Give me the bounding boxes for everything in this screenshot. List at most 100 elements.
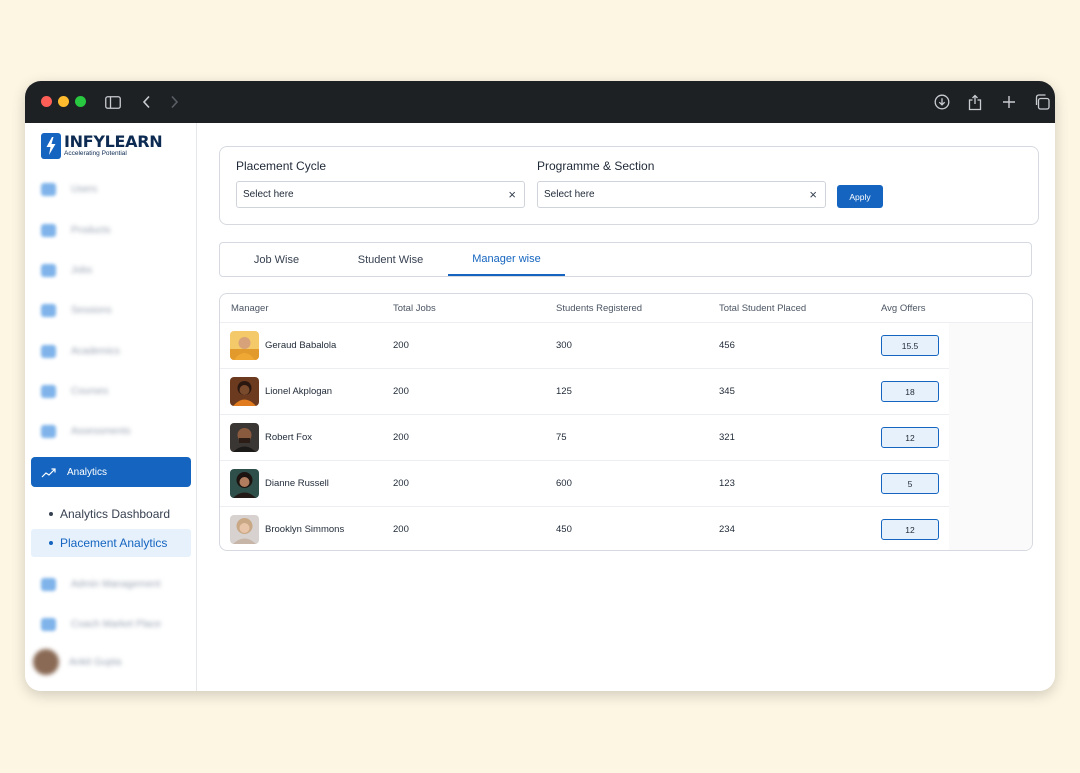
placement-cycle-value: Select here bbox=[243, 189, 294, 200]
table-row[interactable]: Geraud Babalola 200 300 456 15.5 bbox=[220, 323, 949, 369]
sidebar-item-label: Products bbox=[71, 224, 111, 236]
subnav-placement-analytics[interactable]: Placement Analytics bbox=[31, 529, 191, 557]
sidebar-item-academics[interactable]: Academics bbox=[31, 336, 191, 366]
back-arrow-icon[interactable] bbox=[137, 92, 157, 112]
students-registered-cell: 300 bbox=[556, 340, 572, 351]
manager-name: Brooklyn Simmons bbox=[265, 524, 345, 535]
avg-offers-badge: 12 bbox=[881, 519, 939, 540]
table-row[interactable]: Dianne Russell 200 600 123 5 bbox=[220, 461, 949, 507]
assessments-icon bbox=[41, 424, 56, 438]
subnav-label: Analytics Dashboard bbox=[60, 507, 171, 521]
sidebar-item-assessments[interactable]: Assessments bbox=[31, 416, 191, 446]
total-placed-cell: 321 bbox=[719, 432, 735, 443]
sidebar-item-sessions[interactable]: Sessions bbox=[31, 295, 191, 325]
analytics-icon bbox=[41, 466, 57, 478]
total-placed-cell: 456 bbox=[719, 340, 735, 351]
academics-icon bbox=[41, 344, 56, 358]
sidebar-item-label: Academics bbox=[71, 345, 120, 357]
column-header-manager[interactable]: Manager bbox=[231, 303, 269, 314]
share-icon[interactable] bbox=[965, 92, 985, 112]
column-header-total-student-placed[interactable]: Total Student Placed bbox=[719, 303, 806, 314]
main-content: Placement Cycle Select here × Programme … bbox=[197, 123, 1055, 691]
table-row[interactable]: Robert Fox 200 75 321 12 bbox=[220, 415, 949, 461]
table-row[interactable]: Lionel Akplogan 200 125 345 18 bbox=[220, 369, 949, 415]
students-registered-cell: 600 bbox=[556, 478, 572, 489]
sessions-icon bbox=[41, 303, 56, 317]
sidebar-item-label: Users bbox=[71, 183, 98, 195]
apply-button[interactable]: Apply bbox=[837, 185, 883, 208]
column-header-avg-offers[interactable]: Avg Offers bbox=[881, 303, 926, 314]
avatar bbox=[33, 649, 59, 675]
sidebar-toggle-icon[interactable] bbox=[103, 92, 123, 112]
download-icon[interactable] bbox=[932, 92, 952, 112]
coach-icon bbox=[41, 617, 56, 631]
admin-icon bbox=[41, 577, 56, 591]
table-right-spacer bbox=[949, 323, 1032, 550]
programme-section-label: Programme & Section bbox=[537, 159, 655, 173]
close-window-button[interactable] bbox=[41, 96, 52, 107]
sidebar-item-label: Sessions bbox=[71, 304, 112, 316]
browser-window: INFYLEARN Accelerating Potential Users P… bbox=[25, 81, 1055, 691]
avatar bbox=[230, 423, 259, 452]
jobs-icon bbox=[41, 263, 56, 277]
new-tab-plus-icon[interactable] bbox=[999, 92, 1019, 112]
students-registered-cell: 450 bbox=[556, 524, 572, 535]
programme-section-select[interactable]: Select here × bbox=[537, 181, 826, 208]
avatar bbox=[230, 469, 259, 498]
tab-manager-wise[interactable]: Manager wise bbox=[448, 243, 565, 276]
manager-table: Manager Total Jobs Students Registered T… bbox=[219, 293, 1033, 551]
sidebar-item-label: Assessments bbox=[71, 425, 131, 437]
sidebar-item-label: Analytics bbox=[67, 466, 108, 478]
avg-offers-badge: 18 bbox=[881, 381, 939, 402]
total-jobs-cell: 200 bbox=[393, 386, 409, 397]
user-profile[interactable]: Ankit Gupta bbox=[33, 649, 121, 675]
students-registered-cell: 125 bbox=[556, 386, 572, 397]
sidebar-item-users[interactable]: Users bbox=[31, 174, 191, 204]
table-row[interactable]: Brooklyn Simmons 200 450 234 12 bbox=[220, 507, 949, 550]
column-header-total-jobs[interactable]: Total Jobs bbox=[393, 303, 436, 314]
placement-cycle-label: Placement Cycle bbox=[236, 159, 327, 173]
total-placed-cell: 234 bbox=[719, 524, 735, 535]
app-logo[interactable]: INFYLEARN Accelerating Potential bbox=[41, 132, 163, 159]
clear-icon[interactable]: × bbox=[809, 188, 817, 201]
sidebar-item-courses[interactable]: Courses bbox=[31, 376, 191, 406]
avatar bbox=[230, 331, 259, 360]
total-jobs-cell: 200 bbox=[393, 432, 409, 443]
manager-name: Lionel Akplogan bbox=[265, 386, 333, 397]
placement-cycle-select[interactable]: Select here × bbox=[236, 181, 525, 208]
tab-overview-icon[interactable] bbox=[1032, 92, 1052, 112]
clear-icon[interactable]: × bbox=[508, 188, 516, 201]
sidebar-item-products[interactable]: Products bbox=[31, 215, 191, 245]
sidebar-item-label: Jobs bbox=[71, 264, 93, 276]
profile-name: Ankit Gupta bbox=[69, 656, 122, 668]
tab-student-wise[interactable]: Student Wise bbox=[333, 243, 448, 276]
sidebar-item-label: Coach Market Place bbox=[71, 618, 162, 630]
avatar bbox=[230, 515, 259, 544]
forward-arrow-icon[interactable] bbox=[164, 92, 184, 112]
bullet-icon bbox=[49, 512, 53, 516]
minimize-window-button[interactable] bbox=[58, 96, 69, 107]
users-icon bbox=[41, 182, 56, 196]
avg-offers-badge: 5 bbox=[881, 473, 939, 494]
table-header: Manager Total Jobs Students Registered T… bbox=[220, 294, 1032, 323]
manager-name: Robert Fox bbox=[265, 432, 312, 443]
sidebar-item-coach-market-place[interactable]: Coach Market Place bbox=[31, 609, 191, 639]
sidebar-item-admin-management[interactable]: Admin Management bbox=[31, 569, 191, 599]
avg-offers-badge: 15.5 bbox=[881, 335, 939, 356]
tab-job-wise[interactable]: Job Wise bbox=[220, 243, 333, 276]
maximize-window-button[interactable] bbox=[75, 96, 86, 107]
column-header-students-registered[interactable]: Students Registered bbox=[556, 303, 642, 314]
courses-icon bbox=[41, 384, 56, 398]
sidebar-item-jobs[interactable]: Jobs bbox=[31, 255, 191, 285]
browser-titlebar bbox=[25, 81, 1055, 123]
sidebar-item-analytics[interactable]: Analytics bbox=[31, 457, 191, 487]
sidebar-item-label: Admin Management bbox=[71, 578, 161, 590]
logo-name: INFYLEARN bbox=[64, 132, 163, 151]
manager-name: Geraud Babalola bbox=[265, 340, 337, 351]
total-jobs-cell: 200 bbox=[393, 524, 409, 535]
total-placed-cell: 123 bbox=[719, 478, 735, 489]
subnav-analytics-dashboard[interactable]: Analytics Dashboard bbox=[31, 500, 191, 528]
total-jobs-cell: 200 bbox=[393, 478, 409, 489]
students-registered-cell: 75 bbox=[556, 432, 567, 443]
bullet-icon bbox=[49, 541, 53, 545]
